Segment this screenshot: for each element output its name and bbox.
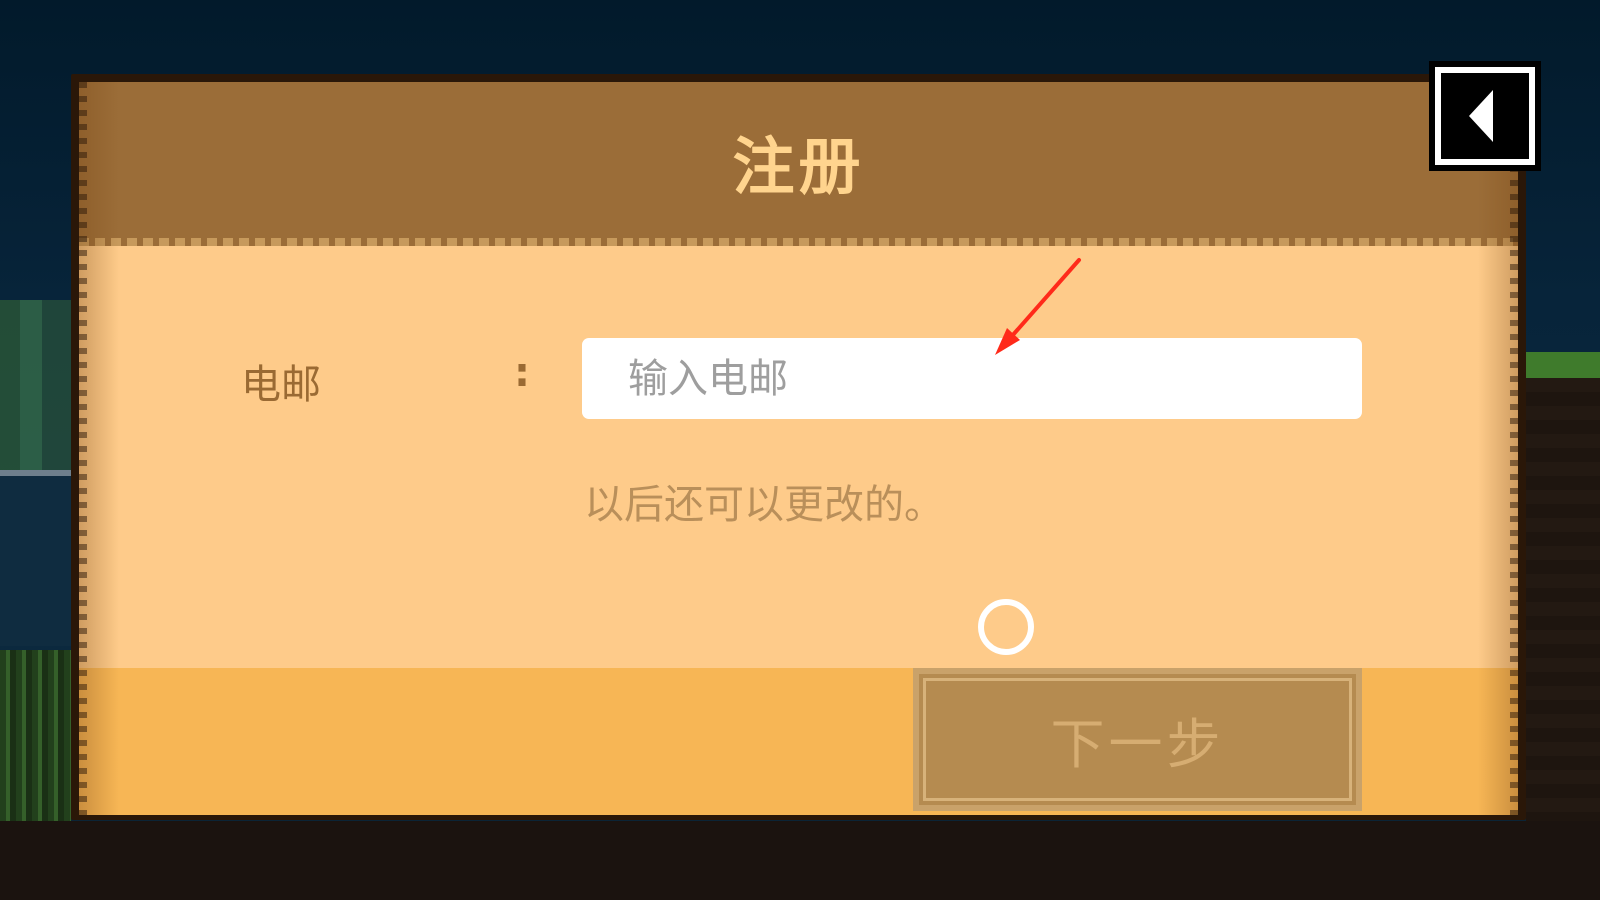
dialog-header: 注册 (79, 82, 1518, 246)
dialog-edge-right (1510, 82, 1518, 815)
dialog-title: 注册 (732, 130, 865, 203)
email-input[interactable] (582, 338, 1362, 419)
background-dirt-right (1526, 378, 1600, 821)
background-ground (0, 821, 1600, 900)
next-step-button[interactable]: 下一步 (913, 668, 1362, 811)
email-label-colon: : (514, 350, 530, 396)
next-step-label: 下一步 (1050, 713, 1225, 776)
background-grass-left (0, 650, 71, 821)
back-button-frame (1435, 67, 1535, 165)
dialog-body (79, 240, 1518, 668)
loading-ring-icon (978, 599, 1034, 655)
back-triangle-icon (1469, 90, 1493, 142)
background-water (0, 476, 71, 646)
background-grass-right (1526, 352, 1600, 378)
dialog-edge-left (79, 82, 87, 815)
email-hint: 以后还可以更改的。 (584, 482, 944, 528)
background-trees (0, 300, 71, 470)
email-label: 电邮 (241, 362, 321, 408)
back-button[interactable] (1429, 61, 1541, 171)
